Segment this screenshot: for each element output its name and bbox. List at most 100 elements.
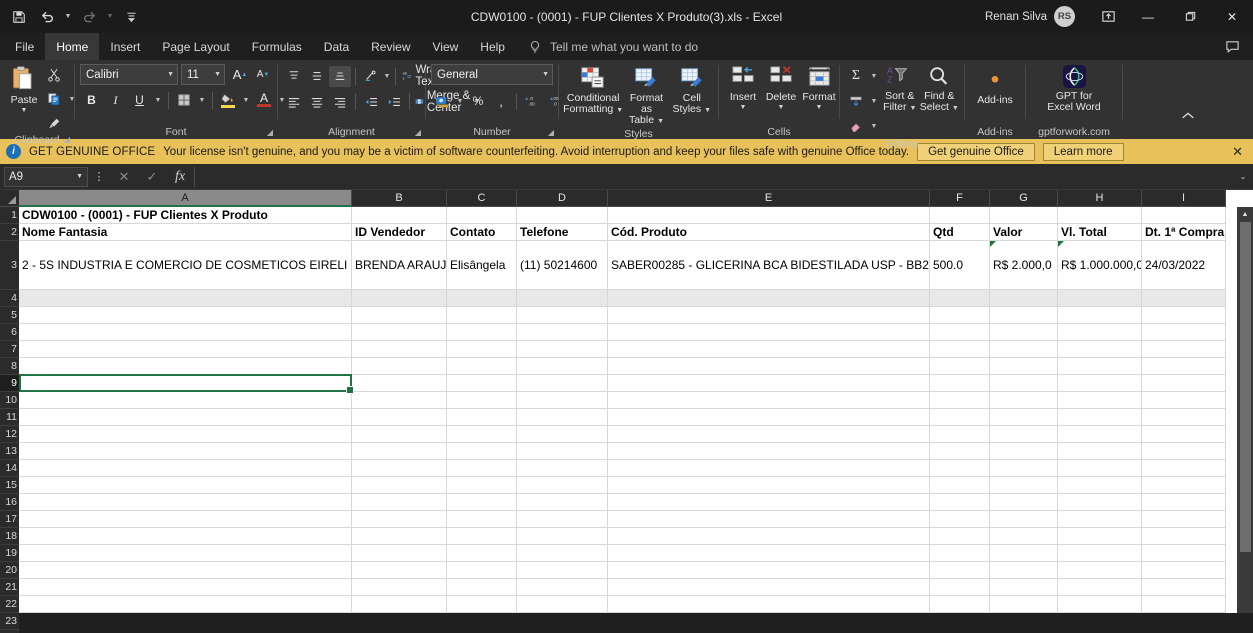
align-bottom-button[interactable] (329, 65, 351, 87)
cell-H11[interactable] (1058, 409, 1142, 426)
cell-C22[interactable] (447, 596, 517, 613)
cell-A13[interactable] (19, 443, 352, 460)
cell-C12[interactable] (447, 426, 517, 443)
cell-F21[interactable] (930, 579, 990, 596)
cell-G22[interactable] (990, 596, 1058, 613)
cell-I21[interactable] (1142, 579, 1226, 596)
cell-I16[interactable] (1142, 494, 1226, 511)
cell-E11[interactable] (608, 409, 930, 426)
cell-E13[interactable] (608, 443, 930, 460)
cell-D6[interactable] (517, 324, 608, 341)
cell-A10[interactable] (19, 392, 352, 409)
cell-B15[interactable] (352, 477, 447, 494)
cell-C1[interactable] (447, 207, 517, 224)
cell-E10[interactable] (608, 392, 930, 409)
cell-F14[interactable] (930, 460, 990, 477)
cell-B3[interactable]: BRENDA ARAUJO (352, 241, 447, 290)
accounting-format-button[interactable] (431, 91, 453, 112)
cell-C18[interactable] (447, 528, 517, 545)
confirm-entry-icon[interactable]: ✓ (138, 169, 166, 185)
vertical-scrollbar[interactable]: ▲ (1237, 207, 1253, 613)
cell-C9[interactable] (447, 375, 517, 392)
cell-H16[interactable] (1058, 494, 1142, 511)
tab-insert[interactable]: Insert (99, 33, 151, 60)
decrease-font-size-button[interactable]: A ▼ (252, 64, 274, 85)
cell-G17[interactable] (990, 511, 1058, 528)
learn-more-button[interactable]: Learn more (1042, 142, 1124, 161)
chevron-down-icon[interactable]: ▼ (778, 104, 785, 111)
cut-button[interactable] (43, 64, 65, 85)
cell-E19[interactable] (608, 545, 930, 562)
cell-B22[interactable] (352, 596, 447, 613)
cell-E14[interactable] (608, 460, 930, 477)
clear-button[interactable] (845, 116, 867, 137)
cell-H15[interactable] (1058, 477, 1142, 494)
cell-I13[interactable] (1142, 443, 1226, 460)
chevron-down-icon[interactable]: ▼ (909, 105, 916, 112)
cell-I6[interactable] (1142, 324, 1226, 341)
row-header-17[interactable]: 17 (0, 511, 19, 528)
cell-H20[interactable] (1058, 562, 1142, 579)
cell-A18[interactable] (19, 528, 352, 545)
orientation-dropdown-icon[interactable]: ▼ (383, 64, 392, 88)
redo-icon[interactable] (76, 5, 102, 29)
cell-B5[interactable] (352, 307, 447, 324)
tab-help[interactable]: Help (469, 33, 516, 60)
cell-D2[interactable]: Telefone (517, 224, 608, 241)
cell-F6[interactable] (930, 324, 990, 341)
column-header-c[interactable]: C (447, 190, 517, 207)
number-dialog-launcher[interactable]: ◢ (548, 128, 554, 137)
align-left-button[interactable] (283, 91, 305, 112)
cell-F4[interactable] (930, 290, 990, 307)
cell-E16[interactable] (608, 494, 930, 511)
cell-G9[interactable] (990, 375, 1058, 392)
borders-dropdown-icon[interactable]: ▼ (196, 88, 208, 112)
insert-cells-button[interactable]: Insert ▼ (724, 63, 762, 113)
column-header-g[interactable]: G (990, 190, 1058, 207)
cell-A16[interactable] (19, 494, 352, 511)
cell-E6[interactable] (608, 324, 930, 341)
cell-C11[interactable] (447, 409, 517, 426)
cell-H1[interactable] (1058, 207, 1142, 224)
cell-C8[interactable] (447, 358, 517, 375)
row-header-16[interactable]: 16 (0, 494, 19, 511)
cell-D20[interactable] (517, 562, 608, 579)
cell-G7[interactable] (990, 341, 1058, 358)
align-middle-button[interactable] (306, 66, 328, 87)
cell-H14[interactable] (1058, 460, 1142, 477)
cell-E20[interactable] (608, 562, 930, 579)
cell-I22[interactable] (1142, 596, 1226, 613)
cell-G3[interactable]: R$ 2.000,0 (990, 241, 1058, 290)
format-painter-button[interactable] (43, 113, 65, 134)
cell-D8[interactable] (517, 358, 608, 375)
cell-styles-button[interactable]: Cell Styles ▼ (672, 63, 712, 117)
cell-E3[interactable]: SABER00285 - GLICERINA BCA BIDESTILADA U… (608, 241, 930, 290)
row-header-19[interactable]: 19 (0, 545, 19, 562)
tab-data[interactable]: Data (313, 33, 360, 60)
cell-F12[interactable] (930, 426, 990, 443)
align-top-button[interactable] (283, 66, 305, 87)
column-header-d[interactable]: D (517, 190, 608, 207)
comma-style-button[interactable]: , (490, 91, 512, 112)
comments-icon[interactable] (1219, 35, 1245, 59)
borders-button[interactable] (173, 90, 195, 111)
close-button[interactable]: ✕ (1211, 0, 1253, 33)
cell-B21[interactable] (352, 579, 447, 596)
row-header-3[interactable]: 3 (0, 241, 19, 290)
row-header-2[interactable]: 2 (0, 224, 19, 241)
tab-formulas[interactable]: Formulas (241, 33, 313, 60)
cell-I17[interactable] (1142, 511, 1226, 528)
tab-view[interactable]: View (422, 33, 470, 60)
cell-D22[interactable] (517, 596, 608, 613)
cell-A21[interactable] (19, 579, 352, 596)
row-header-11[interactable]: 11 (0, 409, 19, 426)
minimize-button[interactable]: — (1127, 0, 1169, 33)
cell-C16[interactable] (447, 494, 517, 511)
cell-G20[interactable] (990, 562, 1058, 579)
cell-C3[interactable]: Elisângela (447, 241, 517, 290)
cell-B20[interactable] (352, 562, 447, 579)
cell-B13[interactable] (352, 443, 447, 460)
cell-H10[interactable] (1058, 392, 1142, 409)
cell-I2[interactable]: Dt. 1ª Compra (1142, 224, 1226, 241)
customize-quick-access-toolbar-icon[interactable] (118, 5, 144, 29)
